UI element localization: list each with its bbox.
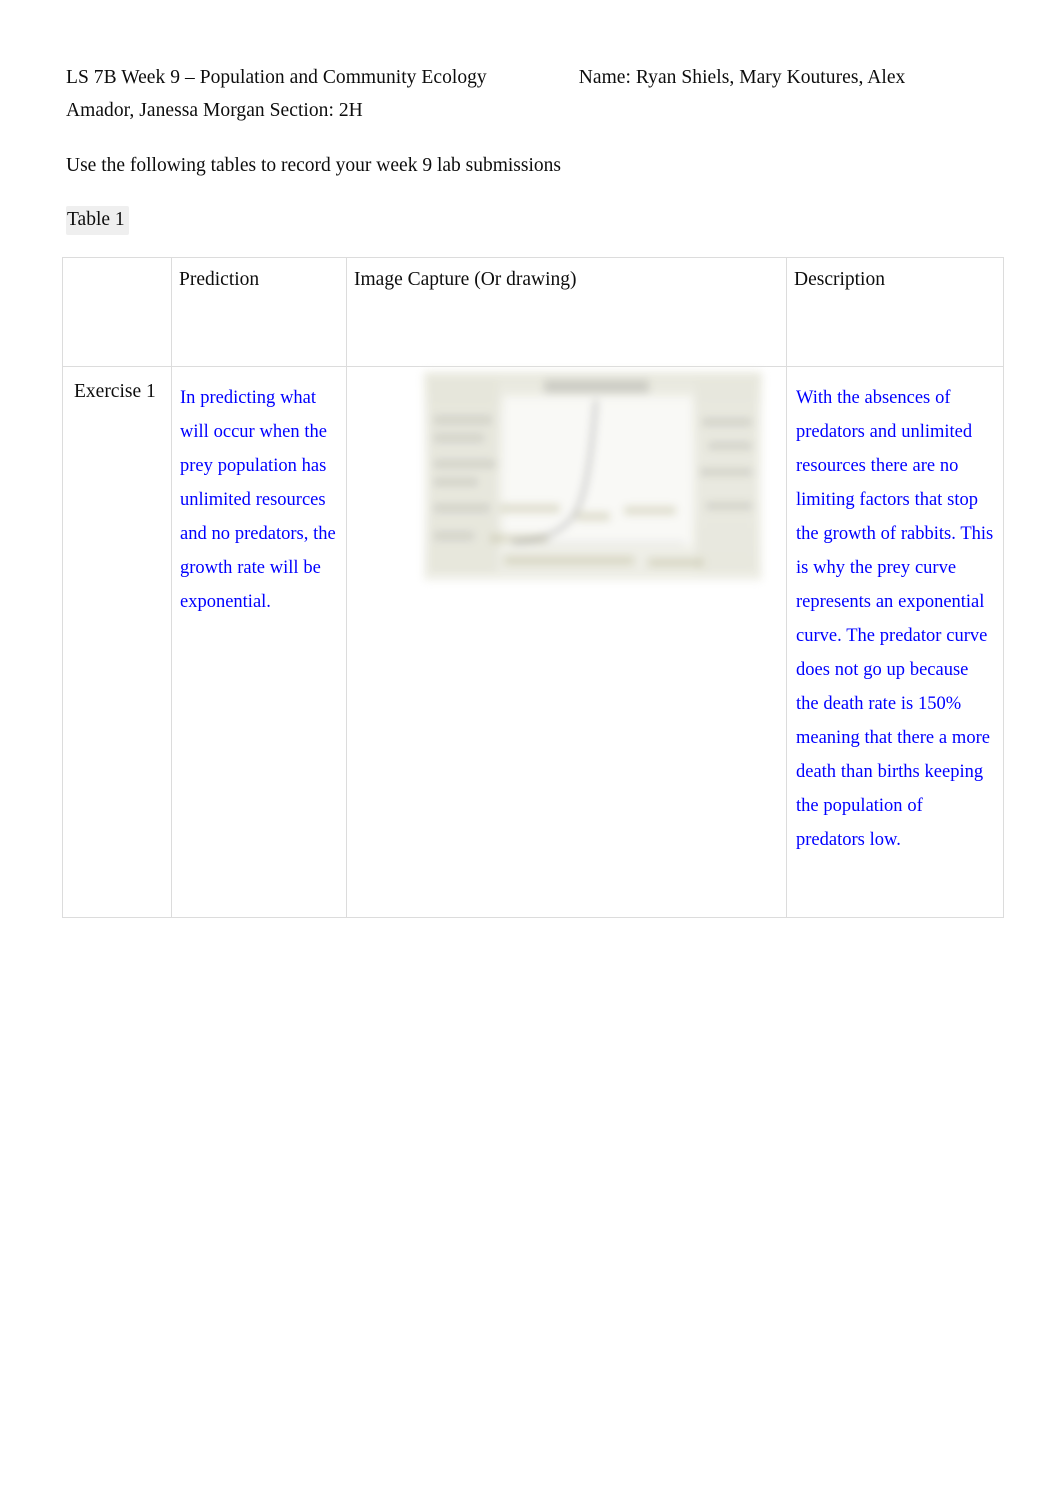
simulation-right-panel xyxy=(696,380,758,572)
lab-submission-table: Prediction Image Capture (Or drawing) De… xyxy=(62,257,1004,918)
cell-prediction[interactable]: In predicting what will occur when the p… xyxy=(171,366,347,918)
header-cell-blank xyxy=(62,257,172,367)
header-first-line: LS 7B Week 9 – Population and Community … xyxy=(66,61,996,94)
header-cell-image-capture: Image Capture (Or drawing) xyxy=(346,257,787,367)
student-names: Name: Ryan Shiels, Mary Koutures, Alex xyxy=(578,67,906,88)
header-label-blank xyxy=(63,258,171,267)
simulation-readout-3 xyxy=(700,468,752,476)
description-answer-text: With the absences of predators and unlim… xyxy=(796,388,994,850)
header-second-line: Amador, Janessa Morgan Section: 2H xyxy=(66,100,363,121)
header-label-image-capture: Image Capture (Or drawing) xyxy=(354,269,577,290)
simulation-label-4 xyxy=(434,478,478,486)
simulation-footer-3 xyxy=(648,558,704,567)
instruction-text: Use the following tables to record your … xyxy=(66,155,561,176)
exponential-curve-icon xyxy=(511,399,684,544)
course-title: LS 7B Week 9 – Population and Community … xyxy=(66,67,487,88)
document-header: LS 7B Week 9 – Population and Community … xyxy=(66,61,996,127)
simulation-label-1 xyxy=(434,416,492,424)
simulation-readout-2 xyxy=(708,442,752,450)
simulation-label-6 xyxy=(434,532,474,540)
cell-description[interactable]: With the absences of predators and unlim… xyxy=(786,366,1004,918)
header-label-prediction: Prediction xyxy=(179,269,260,290)
exercise-label: Exercise 1 xyxy=(74,381,156,402)
simulation-label-3 xyxy=(434,460,496,468)
table-row: Exercise 1 In predicting what will occur… xyxy=(62,366,1004,918)
simulation-readout-4 xyxy=(706,502,752,510)
simulation-title-bar xyxy=(544,380,649,393)
simulation-growth-curve xyxy=(504,396,692,546)
simulation-left-panel xyxy=(428,380,498,572)
document-page: LS 7B Week 9 – Population and Community … xyxy=(0,0,1062,1503)
simulation-screenshot-image xyxy=(424,372,762,580)
simulation-footer-2 xyxy=(504,556,634,565)
simulation-label-2 xyxy=(434,434,484,442)
table-caption: Table 1 xyxy=(66,206,129,235)
image-capture-wrapper xyxy=(347,367,786,917)
table-header-row: Prediction Image Capture (Or drawing) De… xyxy=(62,257,1004,367)
simulation-readout-1 xyxy=(702,418,752,426)
header-label-description: Description xyxy=(794,269,885,290)
simulation-screenshot-canvas xyxy=(424,372,762,580)
table-container: Prediction Image Capture (Or drawing) De… xyxy=(62,257,1004,918)
prediction-answer-text: In predicting what will occur when the p… xyxy=(180,388,336,612)
header-cell-description: Description xyxy=(786,257,1004,367)
cell-image-capture[interactable] xyxy=(346,366,787,918)
cell-row-label: Exercise 1 xyxy=(62,366,172,918)
simulation-label-5 xyxy=(434,504,490,512)
header-cell-prediction: Prediction xyxy=(171,257,347,367)
